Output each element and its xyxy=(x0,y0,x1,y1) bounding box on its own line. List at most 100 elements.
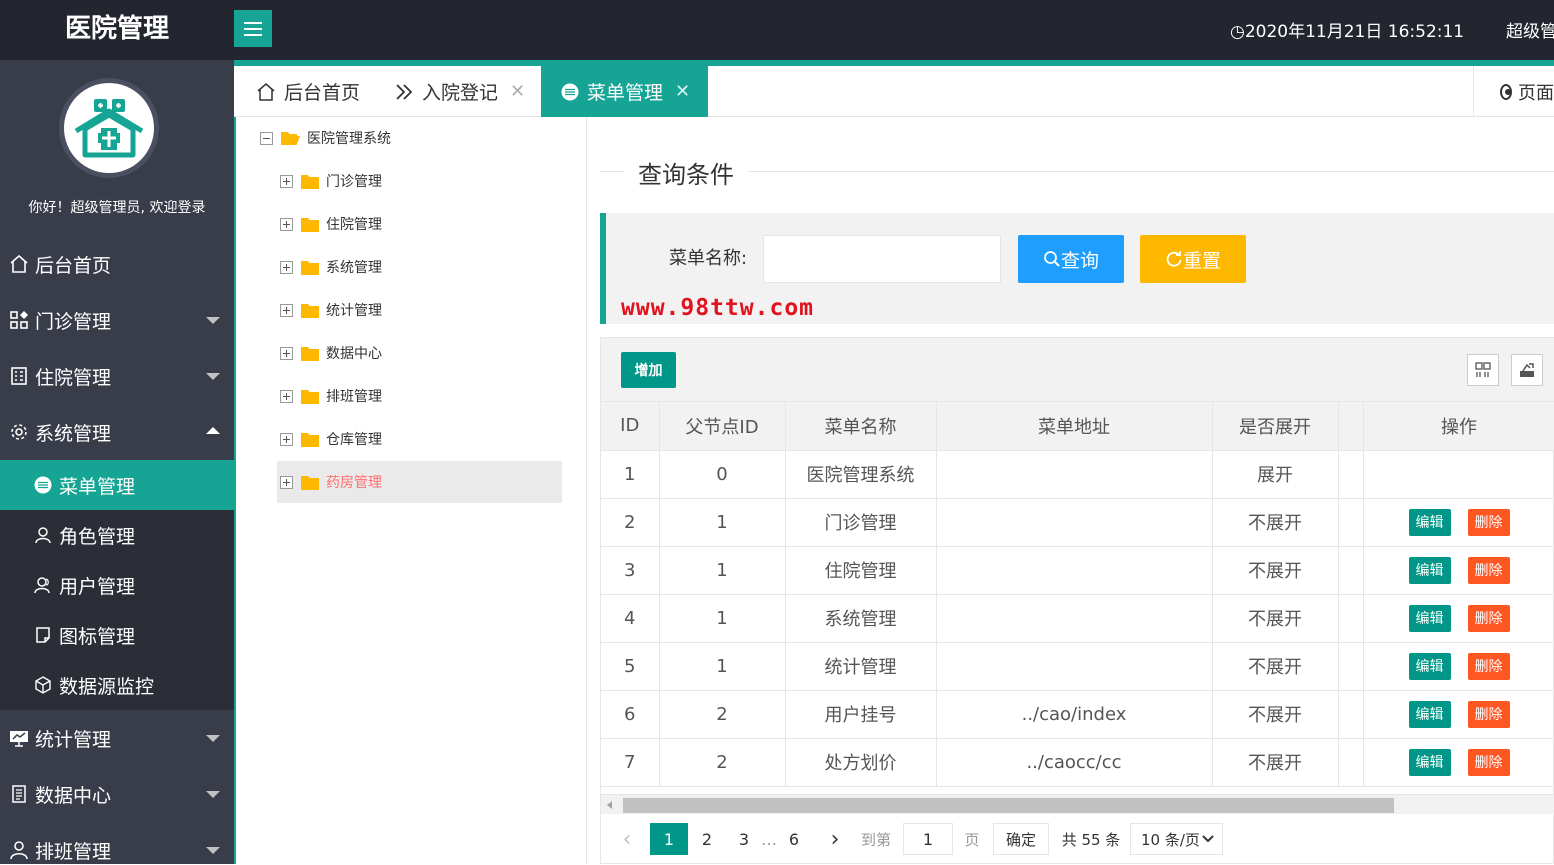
cell-actions xyxy=(1363,450,1554,499)
close-icon[interactable]: ✕ xyxy=(510,81,525,102)
add-button[interactable]: 增加 xyxy=(621,352,676,388)
query-legend: 查询条件 xyxy=(624,155,748,190)
tree-node[interactable]: 系统管理 xyxy=(280,246,382,288)
tree-node[interactable]: 排班管理 xyxy=(280,375,382,417)
expand-icon[interactable] xyxy=(280,432,293,446)
expand-icon[interactable] xyxy=(280,217,293,231)
edit-button[interactable]: 编辑 xyxy=(1408,508,1451,536)
tree-label: 统计管理 xyxy=(326,303,382,319)
cell-actions: 编辑 删除 xyxy=(1363,594,1554,643)
top-bar: 医院管理 ◷2020年11月21日 16:52:11 超级管 xyxy=(0,0,1554,60)
expand-icon[interactable] xyxy=(280,346,293,360)
table-row[interactable]: 4 1 系统管理 不展开 编辑 删除 xyxy=(601,594,1554,643)
tree-label: 医院管理系统 xyxy=(307,131,391,147)
folder-open-icon xyxy=(281,131,300,145)
delete-button[interactable]: 删除 xyxy=(1467,508,1510,536)
nav-item-data-center[interactable]: 数据中心 xyxy=(0,766,234,822)
column-header[interactable]: 父节点ID xyxy=(659,402,786,451)
search-button[interactable]: 查询 xyxy=(1018,235,1124,283)
tree-node[interactable]: 统计管理 xyxy=(280,289,382,331)
delete-button[interactable]: 删除 xyxy=(1467,700,1510,728)
delete-button[interactable]: 删除 xyxy=(1467,748,1510,776)
tree-label: 住院管理 xyxy=(326,217,382,233)
scrollbar-thumb[interactable] xyxy=(623,798,1394,813)
column-header[interactable]: 菜单名称 xyxy=(785,402,937,451)
cell-open: 不展开 xyxy=(1212,738,1339,787)
page-number-current[interactable]: 1 xyxy=(650,823,688,855)
subnav-label: 用户管理 xyxy=(59,575,136,598)
column-header-gap xyxy=(1338,402,1364,451)
page-size-select[interactable]: 10 条/页 xyxy=(1130,823,1223,855)
scroll-left-icon[interactable] xyxy=(607,801,612,809)
column-header[interactable]: 操作 xyxy=(1363,402,1554,451)
tab-home[interactable]: 后台首页 xyxy=(256,66,360,117)
tab-menu-management[interactable]: 菜单管理 ✕ xyxy=(541,66,708,117)
expand-icon[interactable] xyxy=(280,260,293,274)
cell-pid: 1 xyxy=(659,642,786,691)
reset-label: 重置 xyxy=(1182,249,1221,272)
column-header[interactable]: 菜单地址 xyxy=(936,402,1213,451)
edit-button[interactable]: 编辑 xyxy=(1408,604,1451,632)
page-number[interactable]: 2 xyxy=(695,823,719,855)
edit-button[interactable]: 编辑 xyxy=(1408,652,1451,680)
subnav-item-menu-management[interactable]: 菜单管理 xyxy=(0,460,234,510)
expand-icon[interactable] xyxy=(280,174,293,188)
expand-icon[interactable] xyxy=(280,303,293,317)
user-menu[interactable]: 超级管 xyxy=(1506,17,1554,42)
table-row[interactable]: 3 1 住院管理 不展开 编辑 删除 xyxy=(601,546,1554,595)
column-header[interactable]: 是否展开 xyxy=(1212,402,1339,451)
page-jump-input[interactable]: 1 xyxy=(903,823,953,855)
delete-button[interactable]: 删除 xyxy=(1467,652,1510,680)
nav-item-outpatient[interactable]: 门诊管理 xyxy=(0,292,234,348)
subnav-item-user-management[interactable]: 用户管理 xyxy=(0,560,234,610)
table-row[interactable]: 7 2 处方划价 ../caocc/cc 不展开 编辑 删除 xyxy=(601,738,1554,787)
hamburger-menu-icon[interactable] xyxy=(234,10,272,47)
folder-icon xyxy=(301,346,319,361)
cell-actions: 编辑 删除 xyxy=(1363,546,1554,595)
edit-button[interactable]: 编辑 xyxy=(1408,748,1451,776)
nav-item-inpatient[interactable]: 住院管理 xyxy=(0,348,234,404)
nav-item-system[interactable]: 系统管理 xyxy=(0,404,234,460)
tree-node[interactable]: 门诊管理 xyxy=(280,160,382,202)
tree-node[interactable]: 仓库管理 xyxy=(280,418,382,460)
edit-button[interactable]: 编辑 xyxy=(1408,700,1451,728)
nav-item-home[interactable]: 后台首页 xyxy=(0,236,234,292)
delete-button[interactable]: 删除 xyxy=(1467,556,1510,584)
tree-node[interactable]: 住院管理 xyxy=(280,203,382,245)
circle-menu-icon xyxy=(34,476,52,494)
edit-button[interactable]: 编辑 xyxy=(1408,556,1451,584)
horizontal-scrollbar[interactable] xyxy=(601,794,1554,814)
collapse-icon[interactable] xyxy=(260,131,273,145)
table-row[interactable]: 2 1 门诊管理 不展开 编辑 删除 xyxy=(601,498,1554,547)
expand-icon[interactable] xyxy=(280,389,293,403)
table-row[interactable]: 5 1 统计管理 不展开 编辑 删除 xyxy=(601,642,1554,691)
subnav-item-datasource-monitor[interactable]: 数据源监控 xyxy=(0,660,234,710)
confirm-button[interactable]: 确定 xyxy=(993,823,1049,855)
column-filter-button[interactable] xyxy=(1467,354,1499,386)
menu-name-input[interactable] xyxy=(763,235,1001,283)
subnav-item-role-management[interactable]: 角色管理 xyxy=(0,510,234,560)
nav-item-statistics[interactable]: 统计管理 xyxy=(0,710,234,766)
page-ellipsis: … xyxy=(761,829,777,849)
close-icon[interactable]: ✕ xyxy=(675,81,690,102)
caret-down-icon xyxy=(206,791,220,798)
nav-label: 后台首页 xyxy=(35,254,112,277)
reset-button[interactable]: 重置 xyxy=(1140,235,1246,283)
delete-button[interactable]: 删除 xyxy=(1467,604,1510,632)
tab-admission[interactable]: 入院登记 ✕ xyxy=(394,66,525,117)
page-number[interactable]: 3 xyxy=(732,823,756,855)
nav-item-scheduling[interactable]: 排班管理 xyxy=(0,822,234,864)
page-number[interactable]: 6 xyxy=(782,823,806,855)
prev-page-icon[interactable]: ‹ xyxy=(615,823,639,855)
table-row[interactable]: 6 2 用户挂号 ../cao/index 不展开 编辑 删除 xyxy=(601,690,1554,739)
tree-node[interactable]: 数据中心 xyxy=(280,332,382,374)
export-button[interactable] xyxy=(1511,354,1543,386)
expand-icon[interactable] xyxy=(280,475,293,489)
tree-node-root[interactable]: 医院管理系统 xyxy=(260,117,391,159)
next-page-icon[interactable]: › xyxy=(823,823,847,855)
subnav-item-icon-management[interactable]: 图标管理 xyxy=(0,610,234,660)
column-header[interactable]: ID xyxy=(601,402,660,451)
table-row[interactable]: 1 0 医院管理系统 展开 xyxy=(601,450,1554,499)
page-operations-button[interactable]: 页面 xyxy=(1473,66,1554,117)
tree-node-selected[interactable]: 药房管理 xyxy=(277,461,562,503)
